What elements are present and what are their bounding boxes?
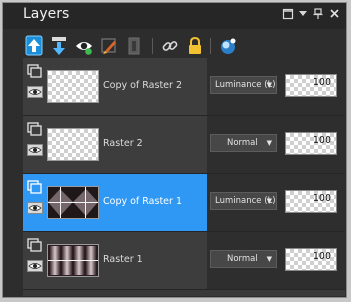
opacity-value: 100 (312, 77, 331, 88)
close-icon[interactable] (327, 8, 341, 22)
opacity-field[interactable]: 100 (285, 74, 337, 97)
layer-thumbnail (47, 128, 99, 161)
layer-row[interactable]: Copy of Raster 2 Luminance (L) ▼ 100 (23, 58, 345, 116)
eye-icon[interactable] (27, 144, 43, 156)
panel-titlebar[interactable]: Layers (3, 3, 346, 29)
layer-thumbnail (47, 186, 99, 219)
eye-icon[interactable] (27, 202, 43, 214)
layer-row-selected[interactable]: Copy of Raster 1 Luminance (L) ▼ 100 (23, 174, 345, 232)
link-icon[interactable] (160, 35, 180, 57)
opacity-value: 100 (312, 135, 331, 146)
pin-icon[interactable] (311, 8, 325, 22)
blend-mode-value: Normal (227, 254, 258, 264)
chevron-down-icon: ▼ (266, 255, 272, 263)
blend-mode-dropdown[interactable]: Luminance (L) ▼ (210, 192, 277, 210)
chevron-down-icon: ▼ (266, 81, 272, 89)
layer-name[interactable]: Copy of Raster 2 (103, 80, 182, 91)
lock-icon[interactable] (185, 35, 205, 57)
layer-properties: Normal ▼ 100 (207, 232, 345, 289)
layer-properties: Normal ▼ 100 (207, 116, 345, 173)
layer-name[interactable]: Raster 2 (103, 138, 143, 149)
layer-type-icon (27, 180, 42, 194)
opacity-field[interactable]: 100 (285, 132, 337, 155)
layer-thumbnail (47, 70, 99, 103)
layer-row[interactable]: Raster 1 Normal ▼ 100 (23, 232, 345, 290)
panel-left-strip (3, 58, 23, 296)
toolbar-separator (210, 38, 211, 54)
layer-properties: Luminance (L) ▼ 100 (207, 174, 345, 231)
layer-properties: Luminance (L) ▼ 100 (207, 58, 345, 115)
layers-panel: Layers Copy of Raster 2 Luminance (L) ▼ … (2, 2, 347, 298)
opacity-field[interactable]: 100 (285, 190, 337, 213)
eye-icon[interactable] (27, 260, 43, 272)
opacity-field[interactable]: 100 (285, 248, 337, 271)
panel-title: Layers (23, 6, 70, 22)
layer-type-icon (27, 64, 42, 78)
layer-type-icon (27, 122, 42, 136)
toolbar-separator (152, 38, 153, 54)
blend-mode-dropdown[interactable]: Normal ▼ (210, 134, 277, 152)
dropdown-arrow-icon[interactable] (296, 8, 310, 22)
layer-gutter (26, 174, 46, 231)
layer-type-icon (27, 238, 42, 252)
layer-row[interactable]: Raster 2 Normal ▼ 100 (23, 116, 345, 174)
mask-icon[interactable] (124, 35, 144, 57)
maximize-icon[interactable] (281, 8, 295, 22)
opacity-value: 100 (312, 251, 331, 262)
new-raster-layer-icon[interactable] (24, 35, 44, 57)
layer-gutter (26, 232, 46, 289)
blend-mode-value: Normal (227, 138, 258, 148)
new-layer-down-icon[interactable] (49, 35, 69, 57)
layer-row-main[interactable]: Raster 2 (23, 116, 207, 173)
layer-gutter (26, 116, 46, 173)
eye-visibility-icon[interactable] (74, 35, 94, 57)
chevron-down-icon: ▼ (266, 197, 272, 205)
layer-row-main[interactable]: Copy of Raster 1 (23, 174, 207, 231)
layer-name[interactable]: Raster 1 (103, 254, 143, 265)
layer-list: Copy of Raster 2 Luminance (L) ▼ 100 Ras… (23, 58, 345, 296)
blend-sphere-icon[interactable] (218, 35, 238, 57)
layer-gutter (26, 58, 46, 115)
opacity-value: 100 (312, 193, 331, 204)
blend-mode-dropdown[interactable]: Luminance (L) ▼ (210, 76, 277, 94)
chevron-down-icon: ▼ (266, 139, 272, 147)
layer-name[interactable]: Copy of Raster 1 (103, 196, 182, 207)
layer-row-main[interactable]: Raster 1 (23, 232, 207, 289)
edit-brush-icon[interactable] (99, 35, 119, 57)
eye-icon[interactable] (27, 86, 43, 98)
layer-thumbnail (47, 244, 99, 277)
layer-row-main[interactable]: Copy of Raster 2 (23, 58, 207, 115)
blend-mode-dropdown[interactable]: Normal ▼ (210, 250, 277, 268)
